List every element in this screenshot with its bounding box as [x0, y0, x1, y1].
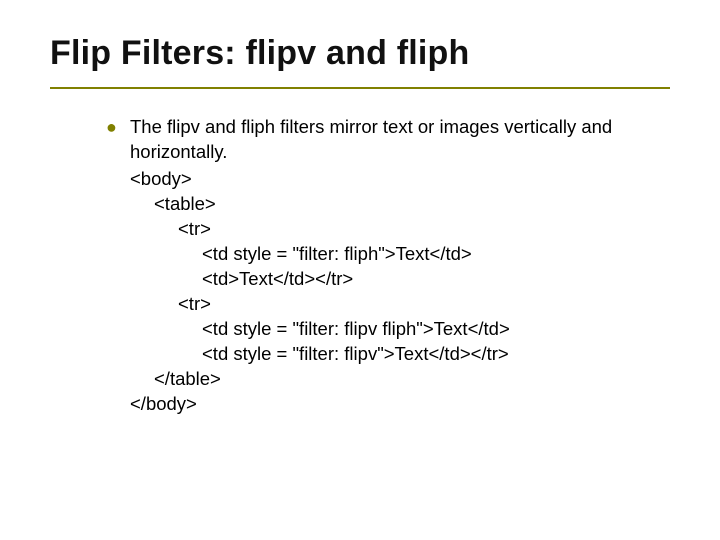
code-line: <td style = "filter: flipv fliph">Text</…	[130, 317, 670, 342]
bullet-text: The flipv and fliph filters mirror text …	[130, 115, 670, 165]
code-line: <tr>	[130, 217, 670, 242]
slide-content: ● The flipv and fliph filters mirror tex…	[106, 115, 670, 417]
code-line: <td style = "filter: fliph">Text</td>	[130, 242, 670, 267]
bullet-icon: ●	[106, 115, 130, 139]
code-line: <td>Text</td></tr>	[130, 267, 670, 292]
code-example: <body> <table> <tr> <td style = "filter:…	[130, 167, 670, 417]
code-line: <body>	[130, 167, 670, 192]
code-line: </table>	[130, 367, 670, 392]
slide-title: Flip Filters: flipv and fliph	[50, 34, 670, 73]
code-line: <table>	[130, 192, 670, 217]
bullet-item: ● The flipv and fliph filters mirror tex…	[106, 115, 670, 165]
title-underline	[50, 87, 670, 89]
slide: Flip Filters: flipv and fliph ● The flip…	[0, 0, 720, 540]
code-line: <tr>	[130, 292, 670, 317]
code-line: <td style = "filter: flipv">Text</td></t…	[130, 342, 670, 367]
code-line: </body>	[130, 392, 670, 417]
